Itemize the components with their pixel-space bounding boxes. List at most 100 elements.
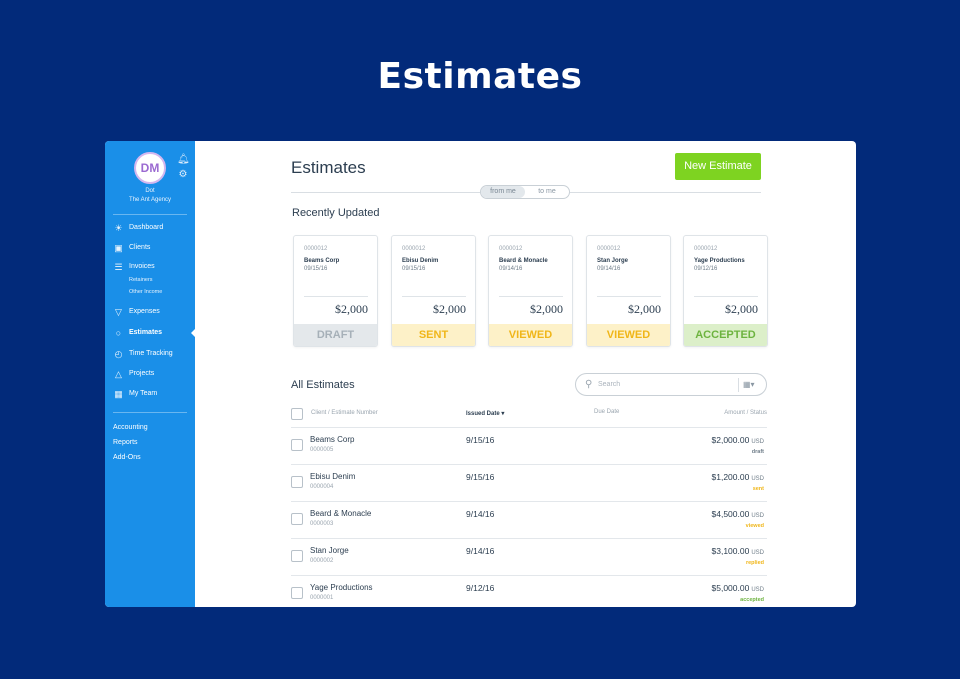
sidebar-item-my-team[interactable]: ▦ My Team <box>113 387 157 401</box>
sidebar-link-accounting[interactable]: Accounting <box>113 424 148 431</box>
card-number: 0000012 <box>304 246 328 252</box>
row-checkbox[interactable] <box>291 550 303 562</box>
row-amount: $5,000.00 USD <box>712 583 765 593</box>
sidebar-item-label: Dashboard <box>129 224 164 231</box>
row-amount-value: $3,100.00 <box>711 546 750 556</box>
row-currency: USD <box>751 587 764 593</box>
row-status: accepted <box>740 597 764 603</box>
card-amount: $2,000 <box>335 302 368 316</box>
row-number: 0000005 <box>310 447 334 453</box>
card-date: 09/14/16 <box>499 266 523 272</box>
search-box[interactable]: ⚲ Search ▦▾ <box>575 373 767 396</box>
gear-icon[interactable]: ⚙ <box>177 169 189 181</box>
sidebar-item-projects[interactable]: △ Projects <box>113 367 154 381</box>
dashboard-sun-icon: ☀ <box>114 222 123 233</box>
card-date: 09/15/16 <box>402 266 426 272</box>
sidebar-item-label: Time Tracking <box>129 350 173 357</box>
row-checkbox[interactable] <box>291 513 303 525</box>
bell-icon[interactable]: 🔔︎ <box>177 154 190 166</box>
card-client: Stan Jorge <box>597 258 629 264</box>
card-client: Yage Productions <box>694 258 745 264</box>
table-header-divider <box>291 427 767 428</box>
row-amount: $4,500.00 USD <box>712 509 765 519</box>
sidebar-item-label: Projects <box>129 370 155 377</box>
column-due-date[interactable]: Due Date <box>594 409 619 415</box>
row-date: 9/12/16 <box>466 583 495 593</box>
sidebar-link-add-ons[interactable]: Add-Ons <box>113 454 141 461</box>
recently-updated-title: Recently Updated <box>292 207 380 219</box>
expenses-icon: ▽ <box>115 306 122 317</box>
row-client: Yage Productions <box>310 583 373 592</box>
sidebar-item-clients[interactable]: ▣ Clients <box>113 241 150 255</box>
sidebar-subitem-retainers[interactable]: Retainers <box>129 277 153 283</box>
row-checkbox[interactable] <box>291 476 303 488</box>
sidebar-item-expenses[interactable]: ▽ Expenses <box>113 305 160 319</box>
user-org: The Ant Agency <box>128 197 172 203</box>
card-divider <box>499 296 563 297</box>
estimate-card[interactable]: 0000012 Ebisu Denim 09/15/16 $2,000 SENT <box>391 235 476 347</box>
estimates-icon: ○ <box>115 327 122 338</box>
main-content: Estimates New Estimate from me to me Rec… <box>195 141 856 607</box>
column-amount-status[interactable]: Amount / Status <box>724 410 767 416</box>
card-status: SENT <box>392 324 475 346</box>
toggle-to-me[interactable]: to me <box>525 186 569 198</box>
estimate-card[interactable]: 0000012 Beard & Monacle 09/14/16 $2,000 … <box>488 235 573 347</box>
row-status: sent <box>752 486 764 492</box>
card-client: Beard & Monacle <box>499 258 548 264</box>
sidebar-link-reports[interactable]: Reports <box>113 439 138 446</box>
sidebar-subitem-other-income[interactable]: Other Income <box>129 289 162 295</box>
sidebar-divider <box>113 214 187 215</box>
divider <box>570 192 761 193</box>
card-client: Beams Corp <box>304 258 340 264</box>
avatar[interactable]: DM <box>134 152 166 184</box>
all-estimates-title: All Estimates <box>291 379 355 391</box>
row-divider <box>291 575 767 576</box>
column-issued-date[interactable]: Issued Date ▾ <box>466 410 504 417</box>
card-amount: $2,000 <box>433 302 466 316</box>
row-currency: USD <box>751 439 764 445</box>
row-date: 9/14/16 <box>466 509 495 519</box>
row-client: Stan Jorge <box>310 546 349 555</box>
row-amount: $1,200.00 USD <box>712 472 765 482</box>
calendar-icon[interactable]: ▦▾ <box>743 379 755 391</box>
sidebar-item-label: Clients <box>129 244 151 251</box>
app-window: DM 🔔︎ ⚙ Dot The Ant Agency ☀ Dashboard ▣… <box>105 141 856 607</box>
estimate-card[interactable]: 0000012 Beams Corp 09/15/16 $2,000 DRAFT <box>293 235 378 347</box>
from-to-toggle[interactable]: from me to me <box>480 185 570 199</box>
row-currency: USD <box>751 550 764 556</box>
sidebar-item-dashboard[interactable]: ☀ Dashboard <box>113 221 163 235</box>
sidebar-item-time-tracking[interactable]: ◴ Time Tracking <box>113 347 173 361</box>
row-checkbox[interactable] <box>291 439 303 451</box>
sidebar-item-invoices[interactable]: ☰ Invoices <box>113 260 155 274</box>
column-client[interactable]: Client / Estimate Number <box>311 410 378 416</box>
row-amount: $3,100.00 USD <box>712 546 765 556</box>
select-all-checkbox[interactable] <box>291 408 303 420</box>
sidebar-item-estimates[interactable]: ○ Estimates <box>113 326 162 340</box>
row-number: 0000004 <box>310 484 334 490</box>
card-status: VIEWED <box>489 324 572 346</box>
toggle-from-me[interactable]: from me <box>481 186 525 198</box>
row-checkbox[interactable] <box>291 587 303 599</box>
row-amount-value: $1,200.00 <box>711 472 750 482</box>
sidebar-item-label: Invoices <box>129 263 155 270</box>
row-divider <box>291 501 767 502</box>
card-status: DRAFT <box>294 324 377 346</box>
card-date: 09/15/16 <box>304 266 328 272</box>
estimate-card[interactable]: 0000012 Yage Productions 09/12/16 $2,000… <box>683 235 768 347</box>
row-number: 0000002 <box>310 558 334 564</box>
card-amount: $2,000 <box>530 302 563 316</box>
card-amount: $2,000 <box>725 302 758 316</box>
search-input[interactable]: Search <box>598 379 620 391</box>
invoices-icon: ☰ <box>114 261 123 272</box>
team-icon: ▦ <box>114 388 123 399</box>
new-estimate-button[interactable]: New Estimate <box>675 153 761 180</box>
row-currency: USD <box>751 513 764 519</box>
sidebar-divider <box>113 412 187 413</box>
card-status: VIEWED <box>587 324 670 346</box>
row-date: 9/14/16 <box>466 546 495 556</box>
search-icon: ⚲ <box>585 379 593 390</box>
estimate-card[interactable]: 0000012 Stan Jorge 09/14/16 $2,000 VIEWE… <box>586 235 671 347</box>
clients-icon: ▣ <box>114 242 123 253</box>
row-client: Beard & Monacle <box>310 509 372 518</box>
card-divider <box>694 296 758 297</box>
